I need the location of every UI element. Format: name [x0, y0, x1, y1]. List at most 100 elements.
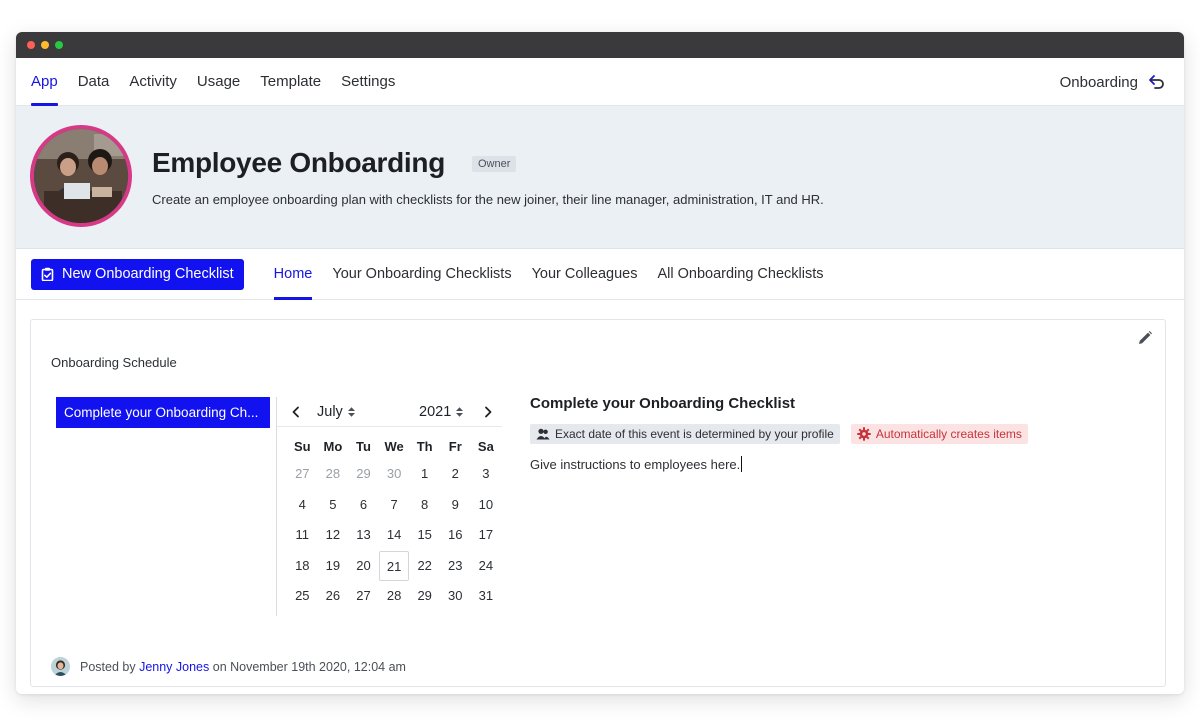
- calendar-day[interactable]: 16: [440, 520, 471, 551]
- schedule-card: Onboarding Schedule Complete your Onboar…: [30, 319, 1166, 687]
- tab-app[interactable]: App: [31, 58, 58, 106]
- close-window-dot[interactable]: [27, 41, 35, 49]
- app-window: App Data Activity Usage Template Setting…: [16, 32, 1184, 694]
- weekday-header: Su: [293, 439, 311, 454]
- year-label: 2021: [419, 403, 452, 420]
- calendar-day[interactable]: 30: [440, 581, 471, 612]
- calendar-day[interactable]: 28: [379, 581, 410, 612]
- text-cursor: [741, 456, 743, 472]
- tab-activity[interactable]: Activity: [129, 58, 177, 106]
- app-header: Employee Onboarding Owner Create an empl…: [16, 106, 1184, 249]
- calendar-day[interactable]: 30: [379, 459, 410, 490]
- calendar: July 2021 Su Mo Tu We Th Fr Sa 27 28 29 …: [276, 397, 502, 616]
- app-avatar: [30, 125, 132, 227]
- calendar-day[interactable]: 3: [471, 459, 502, 490]
- calendar-day[interactable]: 9: [440, 490, 471, 521]
- calendar-day[interactable]: 28: [318, 459, 349, 490]
- calendar-day[interactable]: 4: [287, 490, 318, 521]
- tab-data[interactable]: Data: [78, 58, 110, 106]
- users-icon: [536, 428, 550, 440]
- page-title: Employee Onboarding: [152, 147, 446, 178]
- weekday-header: Fr: [448, 439, 462, 454]
- event-tags: Exact date of this event is determined b…: [530, 424, 1028, 444]
- weekday-header: Mo: [323, 439, 343, 454]
- calendar-day[interactable]: 19: [318, 551, 349, 582]
- sort-icon: [347, 406, 355, 417]
- calendar-day[interactable]: 27: [287, 459, 318, 490]
- auto-create-tag-label: Automatically creates items: [875, 427, 1022, 441]
- calendar-day[interactable]: 29: [348, 459, 379, 490]
- calendar-day[interactable]: 2: [440, 459, 471, 490]
- tab-settings[interactable]: Settings: [341, 58, 395, 106]
- calendar-day[interactable]: 11: [287, 520, 318, 551]
- event-instructions[interactable]: Give instructions to employees here.: [530, 456, 1028, 472]
- author-avatar: [51, 657, 70, 676]
- event-instructions-text: Give instructions to employees here.: [530, 457, 741, 472]
- back-arrow-icon: [1149, 75, 1164, 89]
- profile-date-tag: Exact date of this event is determined b…: [530, 424, 840, 444]
- page-description: Create an employee onboarding plan with …: [152, 192, 824, 207]
- month-select[interactable]: July: [317, 404, 356, 420]
- schedule-title: Onboarding Schedule: [51, 355, 177, 370]
- calendar-day[interactable]: 15: [409, 520, 440, 551]
- year-select[interactable]: 2021: [419, 404, 464, 420]
- author-photo-icon: [51, 657, 70, 676]
- calendar-day[interactable]: 5: [318, 490, 349, 521]
- tab-template[interactable]: Template: [260, 58, 321, 106]
- event-chip[interactable]: Complete your Onboarding Ch...: [56, 397, 270, 428]
- calendar-day[interactable]: 24: [471, 551, 502, 582]
- calendar-day[interactable]: 6: [348, 490, 379, 521]
- author-link[interactable]: Jenny Jones: [139, 660, 209, 674]
- calendar-day[interactable]: 25: [287, 581, 318, 612]
- pencil-icon[interactable]: [1137, 330, 1153, 346]
- gear-icon: [857, 427, 871, 441]
- tab-all-onboarding-checklists[interactable]: All Onboarding Checklists: [657, 249, 823, 300]
- new-onboarding-checklist-button[interactable]: New Onboarding Checklist: [31, 258, 244, 290]
- onboarding-app-label: Onboarding: [1059, 73, 1138, 91]
- weekday-header: We: [384, 439, 404, 454]
- calendar-day[interactable]: 20: [348, 551, 379, 582]
- tab-usage[interactable]: Usage: [197, 58, 240, 106]
- chevron-right-icon[interactable]: [483, 406, 493, 418]
- weekday-header: Th: [416, 439, 433, 454]
- new-onboarding-checklist-label: New Onboarding Checklist: [62, 266, 234, 282]
- tab-your-colleagues[interactable]: Your Colleagues: [532, 249, 638, 300]
- calendar-day[interactable]: 23: [440, 551, 471, 582]
- calendar-day[interactable]: 10: [471, 490, 502, 521]
- calendar-header: July 2021: [277, 397, 502, 427]
- window-titlebar: [16, 32, 1184, 58]
- calendar-day[interactable]: 17: [471, 520, 502, 551]
- calendar-day[interactable]: 8: [409, 490, 440, 521]
- calendar-day[interactable]: 22: [409, 551, 440, 582]
- maximize-window-dot[interactable]: [55, 41, 63, 49]
- calendar-day[interactable]: 29: [409, 581, 440, 612]
- calendar-day[interactable]: 12: [318, 520, 349, 551]
- event-title: Complete your Onboarding Checklist: [530, 395, 796, 412]
- office-photo-icon: [34, 129, 128, 223]
- calendar-day[interactable]: 13: [348, 520, 379, 551]
- posted-date: on November 19th 2020, 12:04 am: [212, 659, 406, 674]
- calendar-day[interactable]: 27: [348, 581, 379, 612]
- profile-date-tag-label: Exact date of this event is determined b…: [555, 427, 834, 441]
- calendar-day[interactable]: 31: [471, 581, 502, 612]
- calendar-day[interactable]: 26: [318, 581, 349, 612]
- calendar-day-today[interactable]: 21: [378, 550, 410, 581]
- calendar-day[interactable]: 18: [287, 551, 318, 582]
- calendar-grid: Su Mo Tu We Th Fr Sa 27 28 29 30 1 2 3 4 5 6 7 8 9 10 11 12 13 1…: [287, 435, 501, 612]
- sort-icon: [456, 406, 464, 417]
- calendar-day[interactable]: 1: [409, 459, 440, 490]
- owner-badge: Owner: [472, 156, 517, 172]
- top-navigation: App Data Activity Usage Template Setting…: [16, 58, 1184, 106]
- posted-by: Posted by Jenny Jones on November 19th 2…: [51, 657, 406, 676]
- minimize-window-dot[interactable]: [41, 41, 49, 49]
- onboarding-app-switch[interactable]: Onboarding: [1060, 58, 1166, 106]
- weekday-header: Sa: [477, 439, 494, 454]
- tab-home[interactable]: Home: [273, 249, 312, 300]
- tab-your-onboarding-checklists[interactable]: Your Onboarding Checklists: [332, 249, 511, 300]
- auto-create-tag: Automatically creates items: [850, 424, 1028, 444]
- calendar-day[interactable]: 14: [379, 520, 410, 551]
- posted-by-prefix: Posted by: [80, 659, 136, 674]
- clipboard-check-icon: [41, 267, 54, 281]
- chevron-left-icon[interactable]: [291, 406, 301, 418]
- calendar-day[interactable]: 7: [379, 490, 410, 521]
